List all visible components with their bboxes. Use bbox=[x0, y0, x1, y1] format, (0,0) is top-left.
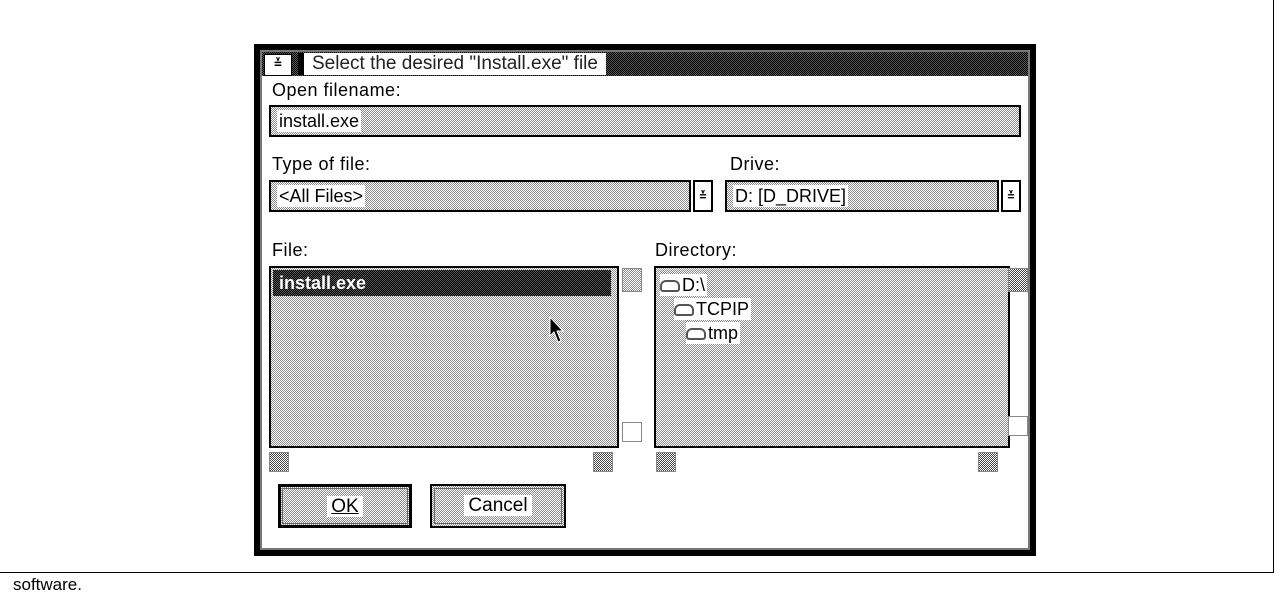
file-open-dialog: ≚ Select the desired "Install.exe" file … bbox=[254, 44, 1036, 556]
folder-open-icon bbox=[674, 304, 694, 317]
file-list-vscroll-top[interactable] bbox=[622, 268, 642, 292]
ok-button-label: OK bbox=[327, 496, 363, 517]
type-of-file-label: Type of file: bbox=[272, 154, 371, 174]
directory-item-root[interactable]: D:\ bbox=[660, 274, 708, 296]
drive-value: D: [D_DRIVE] bbox=[733, 185, 849, 207]
caption-text: software. bbox=[13, 575, 82, 594]
file-list-resize-corner[interactable] bbox=[622, 422, 642, 442]
directory-list-resize-corner[interactable] bbox=[1008, 416, 1028, 436]
drive-spin-icon[interactable]: ≚ bbox=[1001, 180, 1021, 212]
directory-item-label: D:\ bbox=[682, 275, 706, 295]
drive-dropdown[interactable]: D: [D_DRIVE] bbox=[725, 180, 999, 212]
open-filename-value: install.exe bbox=[277, 110, 362, 132]
directory-listbox[interactable]: D:\ TCPIP tmp bbox=[654, 266, 1010, 448]
file-list-item-selected[interactable]: install.exe bbox=[273, 270, 611, 296]
ok-button[interactable]: OK bbox=[278, 484, 412, 528]
type-of-file-dropdown[interactable]: <All Files> bbox=[269, 180, 691, 212]
title-bar[interactable]: ≚ Select the desired "Install.exe" file bbox=[262, 52, 1028, 76]
directory-list-label: Directory: bbox=[655, 240, 738, 260]
open-filename-label: Open filename: bbox=[272, 80, 402, 100]
directory-list-vscroll-top[interactable] bbox=[1008, 268, 1028, 292]
cancel-button-label: Cancel bbox=[464, 495, 532, 516]
file-list-hscroll-left[interactable] bbox=[269, 452, 289, 472]
type-of-file-spin-icon[interactable]: ≚ bbox=[693, 180, 713, 212]
dialog-title: Select the desired "Install.exe" file bbox=[298, 53, 606, 75]
file-listbox[interactable]: install.exe bbox=[269, 266, 619, 448]
directory-item-tcpip[interactable]: TCPIP bbox=[674, 298, 752, 320]
open-filename-field[interactable]: install.exe bbox=[269, 105, 1021, 137]
drive-label: Drive: bbox=[730, 154, 781, 174]
file-list-label: File: bbox=[272, 240, 309, 260]
directory-list-hscroll-right[interactable] bbox=[978, 452, 998, 472]
directory-item-tmp[interactable]: tmp bbox=[686, 322, 741, 344]
system-menu-icon[interactable]: ≚ bbox=[264, 54, 292, 76]
directory-item-label: tmp bbox=[708, 323, 739, 343]
type-of-file-value: <All Files> bbox=[277, 185, 366, 207]
folder-open-icon bbox=[660, 280, 680, 293]
directory-item-label: TCPIP bbox=[696, 299, 750, 319]
directory-list-hscroll-left[interactable] bbox=[656, 452, 676, 472]
folder-icon bbox=[686, 328, 706, 341]
cancel-button[interactable]: Cancel bbox=[430, 484, 566, 528]
mouse-pointer-icon bbox=[549, 316, 565, 343]
file-list-hscroll-right[interactable] bbox=[593, 452, 613, 472]
